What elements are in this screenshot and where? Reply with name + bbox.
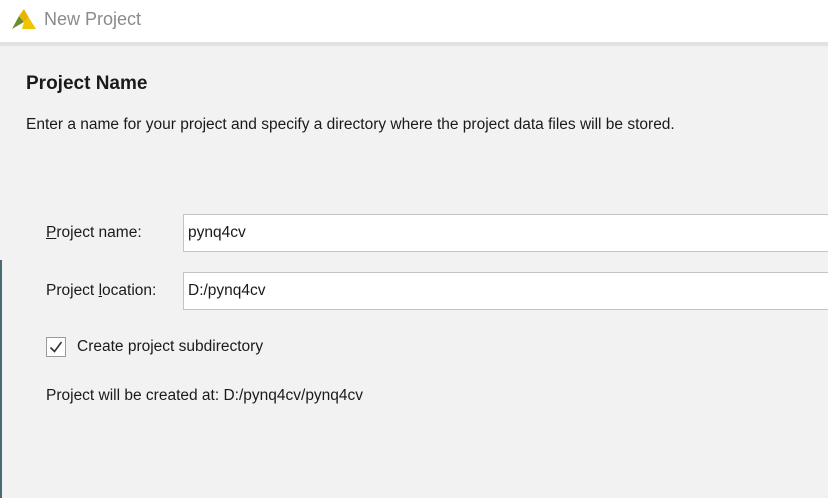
project-location-input[interactable]: D:/pynq4cv	[183, 272, 828, 310]
window-title: New Project	[44, 9, 142, 29]
title-separator	[0, 42, 828, 46]
project-name-mnemonic: P	[46, 224, 57, 241]
vivado-logo-icon	[12, 9, 36, 29]
window-edge	[0, 260, 2, 498]
title-bar: New Project	[0, 0, 828, 42]
project-name-label-text: roject name:	[56, 224, 142, 241]
project-path-preview: Project will be created at: D:/pynq4cv/p…	[46, 387, 364, 404]
project-name-label: Project name:	[46, 223, 142, 243]
create-subdirectory-checkbox[interactable]	[46, 337, 66, 357]
project-location-label-text: ocation:	[102, 282, 157, 299]
new-project-window: New Project Project Name Enter a name fo…	[0, 0, 828, 498]
page-title: Project Name	[26, 73, 148, 94]
project-location-label-pre: Project	[46, 282, 99, 299]
create-subdirectory-label[interactable]: Create project subdirectory	[77, 337, 263, 357]
page-description: Enter a name for your project and specif…	[26, 116, 675, 133]
project-location-label: Project location:	[46, 281, 156, 301]
project-name-input[interactable]: pynq4cv	[183, 214, 828, 252]
checkmark-icon	[49, 341, 63, 353]
